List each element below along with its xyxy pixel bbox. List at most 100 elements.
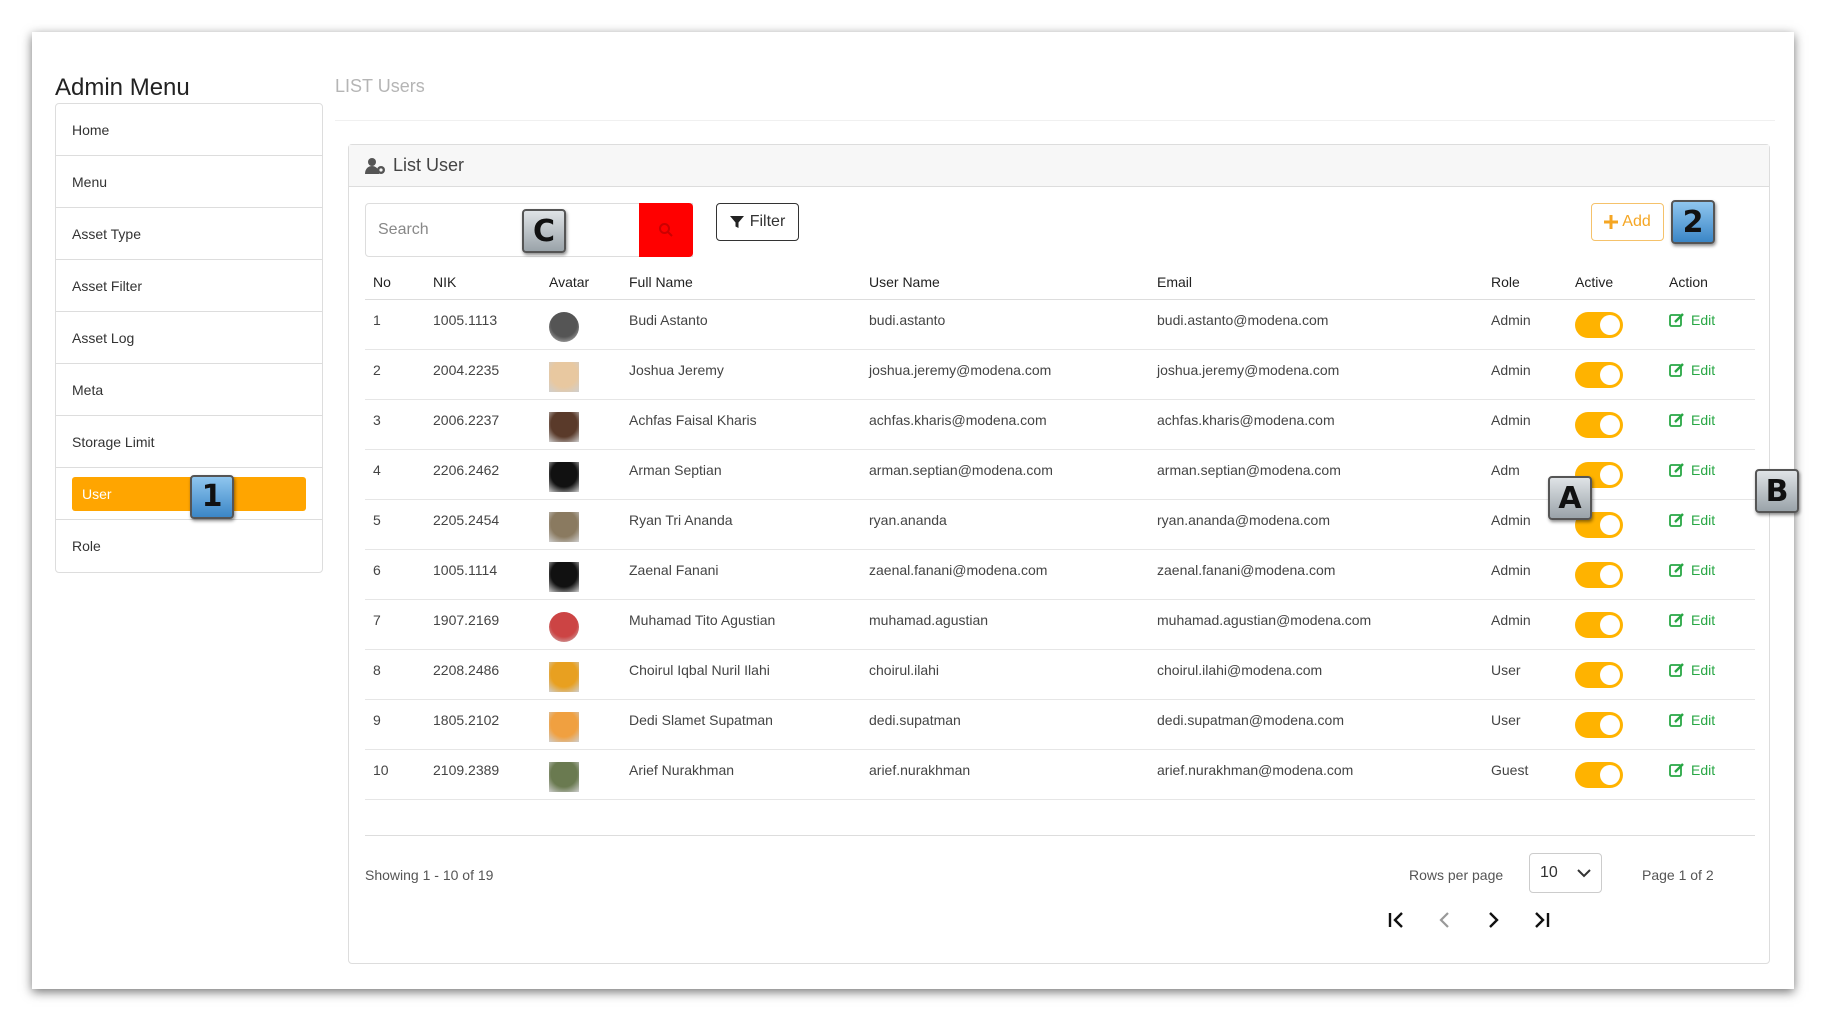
cell-nik: 2006.2237 [425,399,541,450]
sidebar-item-storage-limit[interactable]: Storage Limit [56,416,322,468]
cell-avatar [541,499,621,550]
search-input[interactable] [366,204,641,256]
edit-label: Edit [1691,461,1716,478]
add-user-button[interactable]: Add [1591,203,1664,241]
avatar [549,461,579,492]
edit-button[interactable]: Edit [1669,462,1715,478]
table-row: 5 2205.2454 Ryan Tri Ananda ryan.ananda ryan… [365,499,1755,550]
avatar [549,311,579,342]
cell-user-name: arief.nurakhman [861,749,1149,800]
cell-avatar [541,649,621,700]
cell-role: Admin [1483,399,1567,450]
edit-button[interactable]: Edit [1669,612,1715,628]
active-toggle[interactable] [1575,311,1623,338]
edit-button[interactable]: Edit [1669,762,1715,778]
sidebar-item-role[interactable]: Role [56,520,322,572]
avatar [549,661,579,692]
edit-label: Edit [1691,311,1716,328]
cell-active [1567,549,1661,600]
active-toggle[interactable] [1575,361,1623,388]
edit-button[interactable]: Edit [1669,312,1715,328]
cell-user-name: joshua.jeremy@modena.com [861,349,1149,400]
edit-icon [1669,412,1684,427]
first-page-button[interactable] [1381,905,1413,935]
cell-no: 10 [365,749,425,800]
column-header-avatar: Avatar [541,265,621,300]
cell-role: Admin [1483,349,1567,400]
active-toggle[interactable] [1575,561,1623,588]
rows-per-page-select[interactable]: 10 [1529,853,1602,893]
cell-email: muhamad.agustian@modena.com [1149,599,1483,650]
cell-nik: 2109.2389 [425,749,541,800]
edit-button[interactable]: Edit [1669,562,1715,578]
cell-action: Edit [1661,649,1755,700]
cell-avatar [541,599,621,650]
cell-full-name: Zaenal Fanani [621,549,861,600]
last-page-button[interactable] [1525,905,1557,935]
table-row: 3 2006.2237 Achfas Faisal Kharis achfas.kha… [365,399,1755,450]
cell-action: Edit [1661,749,1755,800]
sidebar-item-meta[interactable]: Meta [56,364,322,416]
active-toggle[interactable] [1575,411,1623,438]
search-icon [659,223,673,237]
active-toggle[interactable] [1575,661,1623,688]
edit-label: Edit [1691,761,1716,778]
edit-button[interactable]: Edit [1669,712,1715,728]
sidebar-item-label: Asset Filter [72,277,143,294]
chevron-down-icon [1577,869,1591,878]
sidebar-item-user-row: User 1 [56,468,322,520]
cell-role: User [1483,649,1567,700]
cell-role: Admin [1483,599,1567,650]
edit-button[interactable]: Edit [1669,412,1715,428]
cell-nik: 1907.2169 [425,599,541,650]
card-header: List User [349,145,1769,187]
column-header-full-name: Full Name [621,265,861,300]
edit-label: Edit [1691,711,1716,728]
page-title: LIST Users [335,76,425,96]
edit-button[interactable]: Edit [1669,512,1715,528]
sidebar-item-home[interactable]: Home [56,104,322,156]
search-button[interactable] [639,203,693,257]
cell-email: choirul.ilahi@modena.com [1149,649,1483,700]
sidebar-item-user[interactable]: User 1 [72,474,306,519]
active-toggle[interactable] [1575,761,1623,788]
edit-icon [1669,512,1684,527]
sidebar-item-label: Storage Limit [72,433,155,450]
card-title: List User [393,155,465,175]
cell-user-name: budi.astanto [861,299,1149,350]
avatar [549,511,579,542]
active-toggle[interactable] [1575,711,1623,738]
column-header-email: Email [1149,265,1483,300]
cell-active [1567,749,1661,800]
prev-page-button[interactable] [1429,905,1461,935]
sidebar-item-asset-type[interactable]: Asset Type [56,208,322,260]
filter-button[interactable]: Filter [716,203,799,241]
cell-avatar [541,399,621,450]
page-info: Page 1 of 2 [1642,867,1714,883]
cell-email: ryan.ananda@modena.com [1149,499,1483,550]
sidebar-item-asset-filter[interactable]: Asset Filter [56,260,322,312]
active-toggle[interactable] [1575,611,1623,638]
edit-button[interactable]: Edit [1669,662,1715,678]
cell-no: 3 [365,399,425,450]
cell-full-name: Muhamad Tito Agustian [621,599,861,650]
column-header-role: Role [1483,265,1567,300]
cell-full-name: Budi Astanto [621,299,861,350]
cell-email: budi.astanto@modena.com [1149,299,1483,350]
sidebar-item-asset-log[interactable]: Asset Log [56,312,322,364]
cell-no: 5 [365,499,425,550]
annotation-badge-b: B [1755,469,1799,513]
cell-avatar [541,449,621,500]
table-row: 8 2208.2486 Choirul Iqbal Nuril Ilahi choir… [365,649,1755,700]
sidebar-item-label: Role [72,538,101,554]
sidebar-item-menu[interactable]: Menu [56,156,322,208]
edit-button[interactable]: Edit [1669,362,1715,378]
column-header-no: No [365,265,425,300]
cell-active [1567,649,1661,700]
cell-nik: 2205.2454 [425,499,541,550]
avatar [549,411,579,442]
next-page-button[interactable] [1477,905,1509,935]
cell-full-name: Joshua Jeremy [621,349,861,400]
cell-full-name: Choirul Iqbal Nuril Ilahi [621,649,861,700]
column-header-active: Active [1567,265,1661,300]
